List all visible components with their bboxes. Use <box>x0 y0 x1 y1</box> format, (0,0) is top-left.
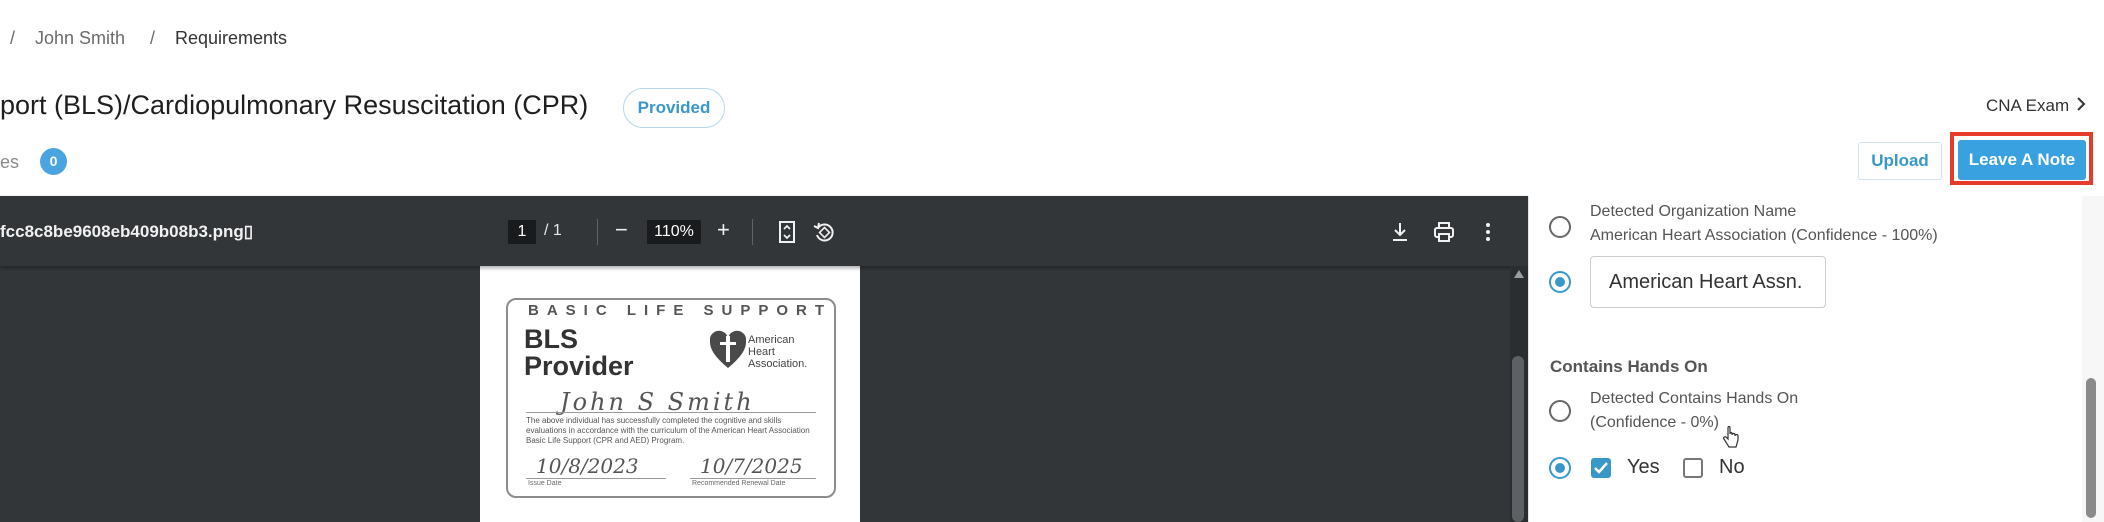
hands-on-detected-label: Detected Contains Hands On (Confidence -… <box>1590 387 1798 435</box>
date-line <box>690 478 816 479</box>
toolbar-divider <box>752 219 753 245</box>
org-custom-radio[interactable] <box>1549 271 1571 293</box>
org-detected-radio[interactable] <box>1549 216 1571 238</box>
no-label: No <box>1719 456 1745 478</box>
breadcrumb-separator: / <box>10 28 16 48</box>
card-org-line3: Association. <box>748 358 808 370</box>
notes-count-badge: 0 <box>40 148 67 175</box>
page-number-input[interactable]: 1 <box>508 220 536 244</box>
notes-label: es <box>0 152 20 172</box>
highlight-box <box>1950 132 2093 185</box>
card-title-line2: Provider <box>524 351 634 381</box>
zoom-out-button[interactable]: − <box>615 217 628 243</box>
scroll-up-icon[interactable] <box>1512 268 1526 280</box>
upload-button[interactable]: Upload <box>1858 142 1942 180</box>
yes-checkbox[interactable] <box>1591 458 1611 478</box>
card-renewal-date-label: Recommended Renewal Date <box>692 480 786 487</box>
date-line <box>526 478 666 479</box>
download-icon[interactable] <box>1389 220 1411 244</box>
panel-scrollbar-thumb[interactable] <box>2086 378 2096 518</box>
hands-on-custom-radio[interactable] <box>1549 457 1571 479</box>
print-icon[interactable] <box>1432 220 1456 244</box>
toolbar-divider <box>597 219 598 245</box>
hands-on-detected-radio[interactable] <box>1549 400 1571 422</box>
card-org-line1: American <box>748 334 795 346</box>
chevron-right-icon[interactable] <box>2074 92 2088 116</box>
zoom-in-button[interactable]: + <box>717 217 730 243</box>
no-checkbox[interactable] <box>1683 458 1703 478</box>
status-badge: Provided <box>623 88 725 128</box>
breadcrumb-john-smith[interactable]: John Smith <box>35 28 125 49</box>
next-requirement-link[interactable]: CNA Exam <box>1986 96 2069 116</box>
file-name: fcc8c8be9608eb409b08b3.png⁠▯ <box>0 222 254 241</box>
more-vert-icon[interactable] <box>1478 220 1498 244</box>
org-detected-label: Detected Organization Name American Hear… <box>1590 200 1938 248</box>
checkmark-icon <box>1594 462 1608 474</box>
yes-label: Yes <box>1627 456 1660 478</box>
cursor-hand-icon <box>1723 426 1739 448</box>
card-renewal-date: 10/7/2025 <box>700 454 803 478</box>
card-body-text: The above individual has successfully co… <box>526 416 810 445</box>
viewer-scrollbar-thumb[interactable] <box>1512 356 1524 522</box>
organization-name-input[interactable]: American Heart Assn. <box>1590 256 1826 308</box>
card-org-name: American Heart Association. <box>748 334 807 370</box>
card-header: BASIC LIFE SUPPORT <box>528 302 833 319</box>
page-title: port (BLS)/Cardiopulmonary Resuscitation… <box>0 90 589 120</box>
zoom-level-input[interactable]: 110% <box>647 220 701 244</box>
card-org-line2: Heart <box>748 346 775 358</box>
signature-line <box>526 412 816 413</box>
page-total: / 1 <box>544 222 562 239</box>
hands-on-detected-title: Detected Contains Hands On <box>1590 390 1799 407</box>
hands-on-detected-value: (Confidence - 0%) <box>1590 414 1719 431</box>
breadcrumb-current: Requirements <box>175 28 288 48</box>
aha-heart-logo-icon <box>710 330 746 368</box>
card-issue-date-label: Issue Date <box>528 480 562 487</box>
contains-hands-on-heading: Contains Hands On <box>1550 357 1708 376</box>
card-title-line1: BLS <box>524 324 578 354</box>
breadcrumb-separator: / <box>150 28 156 48</box>
card-issue-date: 10/8/2023 <box>536 454 639 478</box>
card-title: BLS Provider <box>524 326 634 380</box>
org-detected-value: American Heart Association (Confidence -… <box>1590 227 1938 244</box>
fit-page-icon[interactable] <box>776 220 798 244</box>
rotate-icon[interactable] <box>812 220 836 244</box>
org-detected-title: Detected Organization Name <box>1590 203 1797 220</box>
